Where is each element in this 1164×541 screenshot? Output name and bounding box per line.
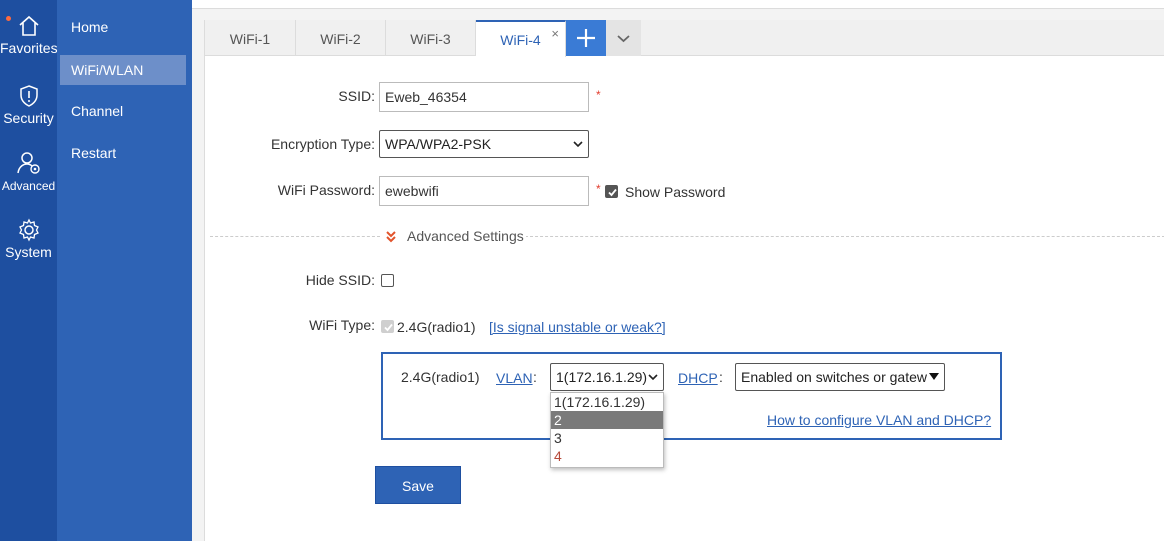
- nav-item-channel[interactable]: Channel: [60, 96, 186, 126]
- shield-icon: [0, 84, 57, 108]
- rail-label-security: Security: [3, 110, 54, 126]
- save-button[interactable]: Save: [375, 466, 461, 504]
- gear-icon: [0, 218, 57, 242]
- plus-icon: [577, 29, 595, 47]
- divider: [210, 236, 380, 237]
- required-mark: *: [596, 88, 601, 102]
- encryption-select[interactable]: WPA/WPA2-PSK: [379, 130, 589, 158]
- user-gear-icon: [0, 150, 57, 176]
- vlan-option[interactable]: 1(172.16.1.29): [551, 393, 663, 411]
- hide-ssid-label: Hide SSID:: [305, 272, 375, 288]
- close-icon[interactable]: ×: [551, 27, 559, 40]
- ssid-input[interactable]: Eweb_46354: [379, 82, 589, 112]
- radio-config-panel: 2.4G(radio1) VLAN : 1(172.16.1.29) DHCP …: [381, 352, 1002, 440]
- rail-item-favorites[interactable]: Favorites: [0, 14, 58, 56]
- encryption-label: Encryption Type:: [270, 136, 375, 152]
- chevron-down-icon: [617, 35, 630, 43]
- show-password-label: Show Password: [625, 184, 726, 200]
- vlan-dropdown: 1(172.16.1.29) 2 3 4: [550, 392, 664, 468]
- required-mark: *: [596, 182, 601, 196]
- dhcp-colon: :: [719, 369, 723, 385]
- check-icon: [608, 188, 617, 197]
- tab-wifi-1[interactable]: WiFi-1: [205, 20, 296, 56]
- top-bar: [192, 0, 1164, 9]
- tab-wifi-4-label: WiFi-4: [500, 32, 541, 48]
- wifi-type-value: 2.4G(radio1): [397, 319, 476, 335]
- dhcp-link[interactable]: DHCP: [678, 370, 718, 386]
- more-tabs-button[interactable]: [606, 20, 641, 56]
- dhcp-select[interactable]: Enabled on switches or gatewa: [735, 363, 945, 391]
- chevron-down-icon: [573, 131, 583, 165]
- divider: [525, 236, 1164, 237]
- advanced-settings-toggle[interactable]: Advanced Settings: [405, 228, 526, 244]
- password-label: WiFi Password:: [277, 182, 375, 198]
- main-content: WiFi-1 WiFi-2 WiFi-3 WiFi-4 × SSID: Eweb…: [204, 20, 1164, 541]
- ssid-label: SSID:: [338, 88, 375, 104]
- dhcp-value: Enabled on switches or gatewa: [741, 369, 935, 385]
- wifi-type-checkbox: [381, 320, 394, 333]
- rail-item-system[interactable]: System: [0, 218, 57, 260]
- hide-ssid-checkbox[interactable]: [381, 274, 394, 287]
- encryption-value: WPA/WPA2-PSK: [385, 136, 492, 152]
- tab-wifi-2[interactable]: WiFi-2: [296, 20, 386, 56]
- nav-item-home[interactable]: Home: [60, 12, 186, 42]
- vlan-option[interactable]: 2: [551, 411, 663, 429]
- radio-label: 2.4G(radio1): [401, 369, 480, 385]
- check-icon: [384, 323, 393, 332]
- signal-help-link[interactable]: [Is signal unstable or weak?]: [489, 319, 666, 335]
- rail-item-advanced[interactable]: Advanced: [0, 150, 57, 194]
- nav-item-restart[interactable]: Restart: [60, 138, 186, 168]
- home-icon: [0, 14, 57, 38]
- wifi-type-label: WiFi Type:: [309, 317, 375, 333]
- vlan-option[interactable]: 3: [551, 429, 663, 447]
- vlan-option[interactable]: 4: [551, 447, 663, 465]
- vlan-colon: :: [533, 369, 537, 385]
- rail-label-advanced: Advanced: [1, 179, 56, 193]
- show-password-checkbox[interactable]: [605, 185, 618, 198]
- password-input[interactable]: ewebwifi: [379, 176, 589, 206]
- rail-label-favorites: Favorites: [0, 40, 58, 56]
- vlan-dhcp-help-link[interactable]: How to configure VLAN and DHCP?: [767, 412, 991, 428]
- wifi-tabs: WiFi-1 WiFi-2 WiFi-3 WiFi-4 ×: [205, 20, 1164, 57]
- add-tab-button[interactable]: [566, 20, 606, 56]
- vlan-value: 1(172.16.1.29): [556, 369, 648, 385]
- tab-wifi-3[interactable]: WiFi-3: [386, 20, 476, 56]
- caret-down-icon: [927, 364, 939, 390]
- vlan-link[interactable]: VLAN: [496, 370, 533, 386]
- nav-item-wifi-wlan[interactable]: WiFi/WLAN: [60, 55, 186, 85]
- rail-item-security[interactable]: Security: [0, 84, 57, 126]
- secondary-nav: Home WiFi/WLAN Channel Restart: [57, 0, 192, 541]
- vlan-select[interactable]: 1(172.16.1.29): [550, 363, 664, 391]
- icon-rail: Favorites Security Advanced System: [0, 0, 58, 541]
- tab-wifi-4[interactable]: WiFi-4 ×: [476, 20, 566, 57]
- rail-label-system: System: [5, 244, 52, 260]
- double-chevron-down-icon[interactable]: [385, 230, 397, 247]
